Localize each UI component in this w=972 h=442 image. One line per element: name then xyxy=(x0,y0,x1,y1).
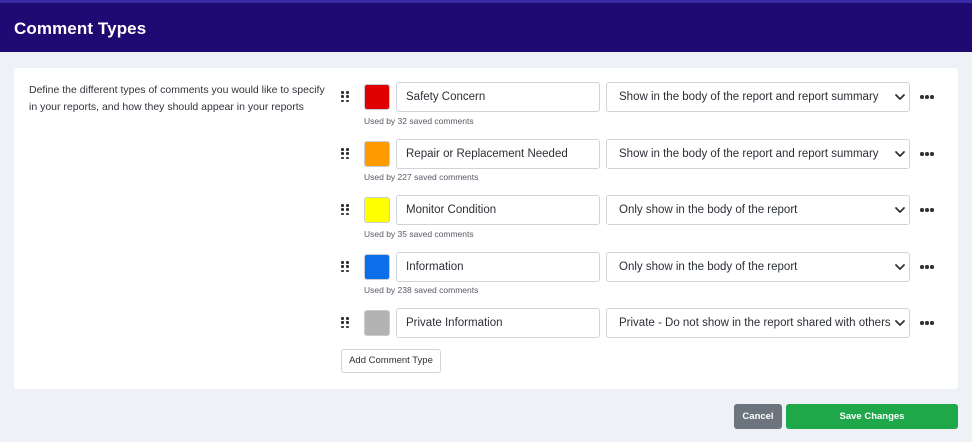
more-options-icon[interactable] xyxy=(920,152,934,156)
comment-type-row: Repair or Replacement Needed Show in the… xyxy=(341,139,941,169)
page-title: Comment Types xyxy=(14,19,147,38)
more-options-icon[interactable] xyxy=(920,321,934,325)
more-options-icon[interactable] xyxy=(920,208,934,212)
drag-handle-icon[interactable] xyxy=(341,204,349,216)
usage-count: Used by 35 saved comments xyxy=(364,229,474,239)
visibility-select[interactable]: Private - Do not show in the report shar… xyxy=(606,308,910,338)
drag-handle-icon[interactable] xyxy=(341,317,349,329)
comment-type-name-input[interactable]: Safety Concern xyxy=(396,82,600,112)
comment-type-row: Information Only show in the body of the… xyxy=(341,252,941,282)
comment-type-name-input[interactable]: Information xyxy=(396,252,600,282)
save-changes-button[interactable]: Save Changes xyxy=(786,404,958,429)
visibility-select[interactable]: Only show in the body of the report xyxy=(606,195,910,225)
usage-count: Used by 238 saved comments xyxy=(364,285,479,295)
visibility-select[interactable]: Only show in the body of the report xyxy=(606,252,910,282)
add-comment-type-button[interactable]: Add Comment Type xyxy=(341,349,441,373)
color-swatch[interactable] xyxy=(364,84,390,110)
visibility-select-value: Only show in the body of the report xyxy=(619,204,798,216)
usage-count: Used by 32 saved comments xyxy=(364,116,474,126)
chevron-down-icon xyxy=(895,264,905,270)
cancel-button[interactable]: Cancel xyxy=(734,404,782,429)
visibility-select-value: Show in the body of the report and repor… xyxy=(619,91,879,103)
drag-handle-icon[interactable] xyxy=(341,261,349,273)
color-swatch[interactable] xyxy=(364,254,390,280)
color-swatch[interactable] xyxy=(364,141,390,167)
comment-type-name-input[interactable]: Repair or Replacement Needed xyxy=(396,139,600,169)
comment-type-row: Private Information Private - Do not sho… xyxy=(341,308,941,338)
visibility-select-value: Only show in the body of the report xyxy=(619,261,798,273)
visibility-select[interactable]: Show in the body of the report and repor… xyxy=(606,139,910,169)
chevron-down-icon xyxy=(895,94,905,100)
comment-type-name-input[interactable]: Monitor Condition xyxy=(396,195,600,225)
page-header: Comment Types xyxy=(0,0,972,52)
color-swatch[interactable] xyxy=(364,197,390,223)
chevron-down-icon xyxy=(895,320,905,326)
comment-type-name-input[interactable]: Private Information xyxy=(396,308,600,338)
comment-type-row: Safety Concern Show in the body of the r… xyxy=(341,82,941,112)
drag-handle-icon[interactable] xyxy=(341,148,349,160)
comment-types-card: Define the different types of comments y… xyxy=(14,68,958,389)
more-options-icon[interactable] xyxy=(920,265,934,269)
drag-handle-icon[interactable] xyxy=(341,91,349,103)
comment-type-row: Monitor Condition Only show in the body … xyxy=(341,195,941,225)
more-options-icon[interactable] xyxy=(920,95,934,99)
chevron-down-icon xyxy=(895,151,905,157)
visibility-select[interactable]: Show in the body of the report and repor… xyxy=(606,82,910,112)
usage-count: Used by 227 saved comments xyxy=(364,172,479,182)
visibility-select-value: Show in the body of the report and repor… xyxy=(619,148,879,160)
color-swatch[interactable] xyxy=(364,310,390,336)
visibility-select-value: Private - Do not show in the report shar… xyxy=(619,317,891,329)
chevron-down-icon xyxy=(895,207,905,213)
section-description: Define the different types of comments y… xyxy=(29,84,325,113)
